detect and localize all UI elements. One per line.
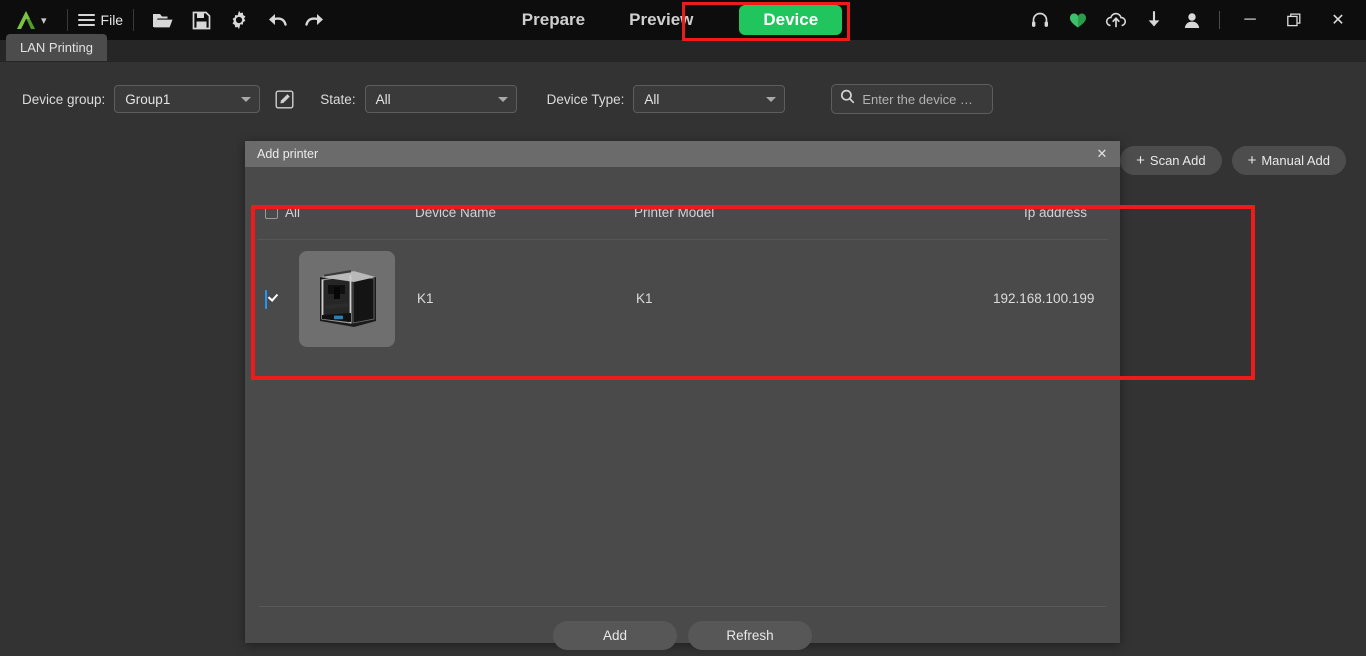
select-all-header[interactable]: All — [265, 205, 300, 220]
file-menu-label: File — [100, 12, 124, 28]
hamburger-icon — [77, 14, 95, 26]
toolbar-divider-2 — [133, 9, 135, 31]
maximize-button[interactable] — [1272, 0, 1316, 40]
app-logo-a[interactable] — [14, 9, 38, 31]
printer-thumbnail — [299, 251, 395, 347]
select-all-checkbox[interactable] — [265, 206, 278, 219]
device-type-value: All — [644, 91, 660, 107]
open-folder-icon[interactable] — [144, 0, 182, 40]
column-header-device-name: Device Name — [415, 205, 497, 220]
tab-preview[interactable]: Preview — [607, 0, 715, 40]
download-icon[interactable] — [1135, 0, 1173, 40]
dialog-title: Add printer — [257, 147, 319, 161]
toolbar-divider — [66, 9, 68, 31]
column-header-ip-address: Ip address — [1024, 205, 1088, 220]
filter-controls: Device group: Group1 State: All Device T… — [22, 84, 994, 114]
dialog-body: All Device Name Printer Model Ip address — [245, 167, 1120, 650]
undo-icon[interactable] — [258, 0, 296, 40]
sub-tab-label: LAN Printing — [20, 40, 93, 55]
cell-device-name: K1 — [417, 291, 434, 306]
state-label: State: — [320, 91, 356, 107]
scan-add-label: Scan Add — [1149, 153, 1206, 168]
titlebar-right-tools: ─ ✕ — [1021, 0, 1366, 40]
sub-tab-strip — [0, 40, 1366, 62]
device-type-label: Device Type: — [546, 91, 625, 107]
close-button[interactable]: ✕ — [1316, 0, 1360, 40]
edit-pencil-icon[interactable] — [274, 89, 294, 109]
device-type-select[interactable]: All — [633, 85, 786, 113]
select-all-label: All — [285, 205, 301, 220]
cell-ip-address: 192.168.100.199 — [993, 291, 1095, 306]
chevron-down-icon — [241, 97, 252, 102]
scan-add-button[interactable]: + Scan Add — [1120, 146, 1222, 175]
manual-add-label: Manual Add — [1261, 153, 1330, 168]
device-group-select[interactable]: Group1 — [114, 85, 261, 113]
search-input[interactable]: Enter the device … — [831, 84, 994, 114]
cloud-upload-icon[interactable] — [1097, 0, 1135, 40]
plus-icon: + — [1247, 152, 1257, 169]
title-bar: ▾ File Prepare Preview Device ─ ✕ — [0, 0, 1366, 40]
dialog-title-bar: Add printer ✕ — [245, 141, 1120, 167]
window-controls-divider — [1219, 11, 1220, 29]
manual-add-button[interactable]: + Manual Add — [1231, 146, 1346, 175]
close-icon[interactable]: ✕ — [1092, 144, 1112, 164]
add-printer-dialog: Add printer ✕ All Device Name Printer Mo… — [245, 141, 1120, 650]
state-select[interactable]: All — [364, 85, 517, 113]
plus-icon: + — [1136, 152, 1145, 169]
cell-printer-model: K1 — [636, 291, 653, 306]
file-menu-button[interactable]: File — [77, 12, 124, 28]
row-checkbox[interactable] — [265, 290, 267, 309]
state-value: All — [375, 91, 391, 107]
redo-icon[interactable] — [296, 0, 334, 40]
device-group-value: Group1 — [125, 91, 171, 107]
minimize-button[interactable]: ─ — [1228, 0, 1272, 40]
chevron-down-icon — [766, 97, 777, 102]
table-header: All Device Name Printer Model Ip address — [245, 205, 1120, 231]
add-button[interactable]: Add — [553, 621, 677, 650]
search-placeholder: Enter the device … — [862, 91, 973, 107]
sub-tab-lan-printing[interactable]: LAN Printing — [6, 34, 107, 61]
application-window: ▾ File Prepare Preview Device ─ ✕ LAN Pr… — [0, 0, 1366, 656]
settings-gear-icon[interactable] — [220, 0, 258, 40]
search-icon — [840, 89, 855, 109]
device-group-label: Device group: — [22, 91, 106, 107]
column-header-printer-model: Printer Model — [634, 205, 715, 220]
row-select-wrapper[interactable] — [265, 290, 267, 309]
add-buttons-group: + Scan Add + Manual Add — [1120, 146, 1346, 175]
dialog-footer-divider — [259, 606, 1106, 607]
table-row[interactable]: K1 K1 192.168.100.199 — [245, 240, 1120, 347]
refresh-button[interactable]: Refresh — [688, 621, 812, 650]
tab-prepare[interactable]: Prepare — [500, 0, 607, 40]
heart-icon[interactable] — [1059, 0, 1097, 40]
save-icon[interactable] — [182, 0, 220, 40]
tab-device[interactable]: Device — [739, 5, 843, 35]
chevron-down-icon — [497, 97, 508, 102]
filter-toolbar: Device group: Group1 State: All Device T… — [0, 62, 1366, 175]
headset-icon[interactable] — [1021, 0, 1059, 40]
chevron-down-icon[interactable]: ▾ — [41, 14, 47, 27]
dialog-footer-buttons: Add Refresh — [245, 621, 1120, 650]
user-account-icon[interactable] — [1173, 0, 1211, 40]
